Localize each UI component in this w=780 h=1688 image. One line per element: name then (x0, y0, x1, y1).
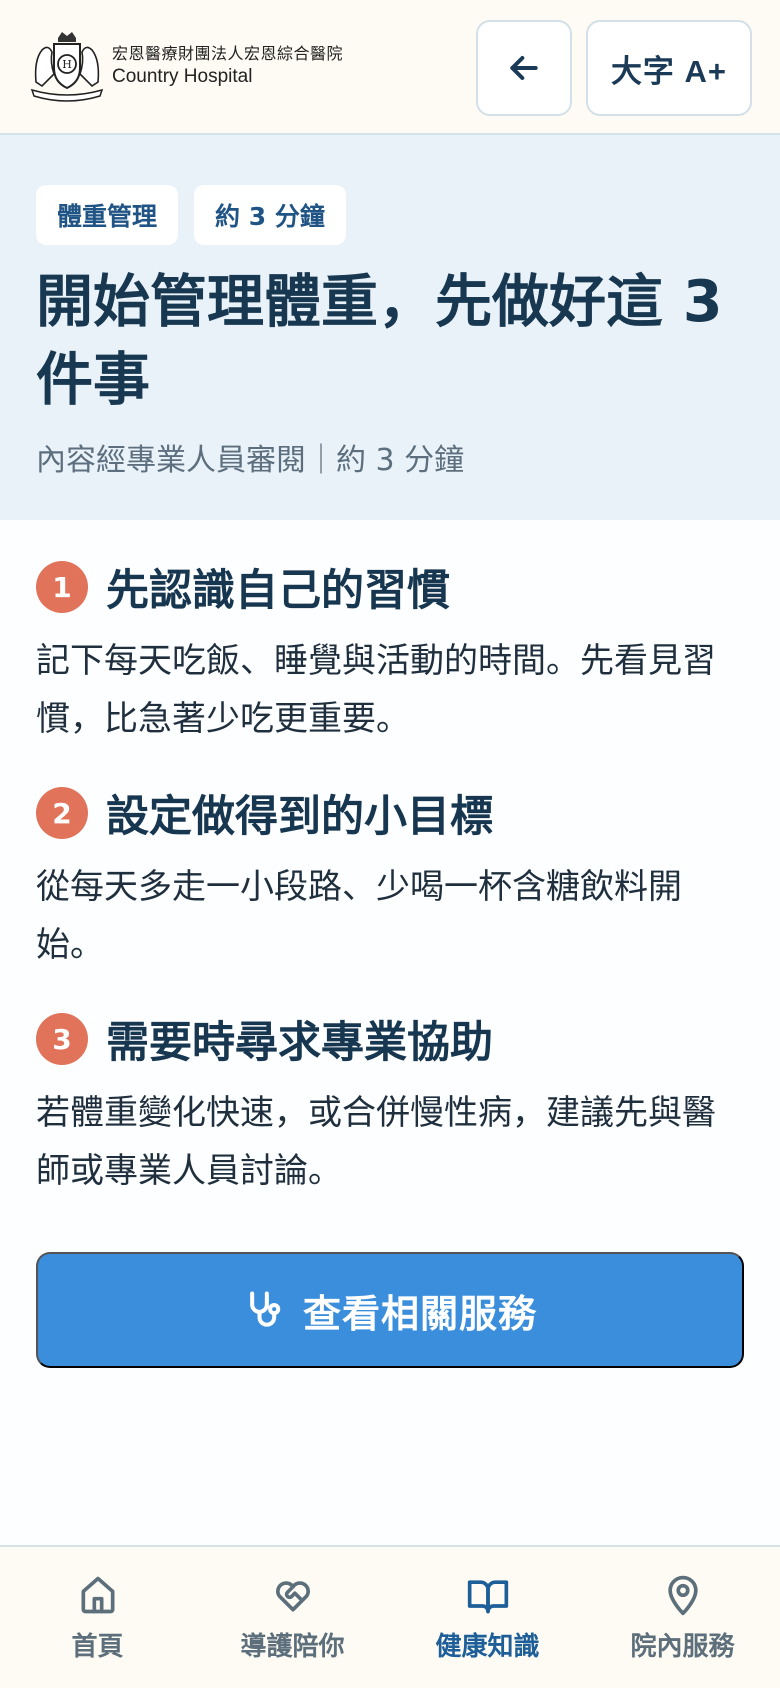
article-meta: 內容經專業人員審閱｜約 3 分鐘 (36, 443, 465, 478)
step-body: 記下每天吃飯、睡覺與活動的時間。先看見習慣，比急著少吃更重要。 (36, 641, 716, 739)
read-time-tag: 約 3 分鐘 (194, 185, 346, 245)
hospital-brand[interactable]: H 宏恩醫療財團法人宏恩綜合醫院 Country Hospital (28, 30, 343, 102)
heart-handshake-icon (275, 1581, 310, 1612)
bottom-nav: 首頁 導護陪你 健康知識 院內服務 (0, 1545, 780, 1688)
svg-text:H: H (62, 58, 72, 71)
book-open-icon (467, 1580, 508, 1614)
nav-label: 院內服務 (630, 1632, 735, 1662)
step-item: 3 需要時尋求專業協助 若體重變化快速，或合併慢性病，建議先與醫師或專業人員討論… (36, 1008, 746, 1200)
step-number-badge: 3 (36, 1013, 88, 1065)
step-number-badge: 1 (36, 561, 88, 613)
nav-item-hospital-services[interactable]: 院內服務 (585, 1547, 780, 1688)
brand-name-english: Country Hospital (112, 66, 253, 87)
step-body: 若體重變化快速，或合併慢性病，建議先與醫師或專業人員討論。 (36, 1093, 716, 1191)
nav-item-health-knowledge[interactable]: 健康知識 (390, 1547, 585, 1688)
article-page: H 宏恩醫療財團法人宏恩綜合醫院 Country Hospital 大字 A+ … (0, 0, 780, 1688)
article-steps: 1 先認識自己的習慣 記下每天吃飯、睡覺與活動的時間。先看見習慣，比急著少吃更重… (36, 556, 746, 1234)
hospital-crest-logo: H (30, 32, 104, 102)
category-tag[interactable]: 體重管理 (36, 185, 179, 245)
step-number-badge: 2 (36, 787, 88, 839)
nav-item-home[interactable]: 首頁 (0, 1547, 195, 1688)
step-title: 設定做得到的小目標 (106, 792, 493, 842)
back-button[interactable] (476, 20, 572, 116)
step-title: 需要時尋求專業協助 (106, 1018, 493, 1068)
step-item: 1 先認識自己的習慣 記下每天吃飯、睡覺與活動的時間。先看見習慣，比急著少吃更重… (36, 556, 746, 748)
home-icon (81, 1576, 114, 1614)
brand-name-chinese: 宏恩醫療財團法人宏恩綜合醫院 (112, 44, 344, 63)
stethoscope-icon (250, 1291, 281, 1327)
app-header: H 宏恩醫療財團法人宏恩綜合醫院 Country Hospital 大字 A+ (0, 0, 780, 135)
arrow-left-icon (510, 56, 538, 80)
article-title: 開始管理體重，先做好這 3 件事 (36, 269, 723, 413)
cta-label: 查看相關服務 (302, 1293, 537, 1336)
nav-label: 導護陪你 (240, 1632, 345, 1662)
article-tags: 體重管理 約 3 分鐘 (36, 185, 362, 245)
nav-label: 首頁 (71, 1632, 124, 1662)
nav-label: 健康知識 (435, 1632, 540, 1662)
map-pin-icon (667, 1575, 698, 1616)
step-body: 從每天多走一小段路、少喝一杯含糖飲料開始。 (36, 867, 682, 965)
step-item: 2 設定做得到的小目標 從每天多走一小段路、少喝一杯含糖飲料開始。 (36, 782, 746, 974)
nav-item-companion[interactable]: 導護陪你 (195, 1547, 390, 1688)
article-hero: 體重管理 約 3 分鐘 開始管理體重，先做好這 3 件事 內容經專業人員審閱｜約… (0, 135, 780, 520)
step-title: 先認識自己的習慣 (106, 566, 450, 616)
view-related-services-button[interactable]: 查看相關服務 (36, 1252, 744, 1368)
font-size-button[interactable]: 大字 A+ (586, 20, 752, 116)
